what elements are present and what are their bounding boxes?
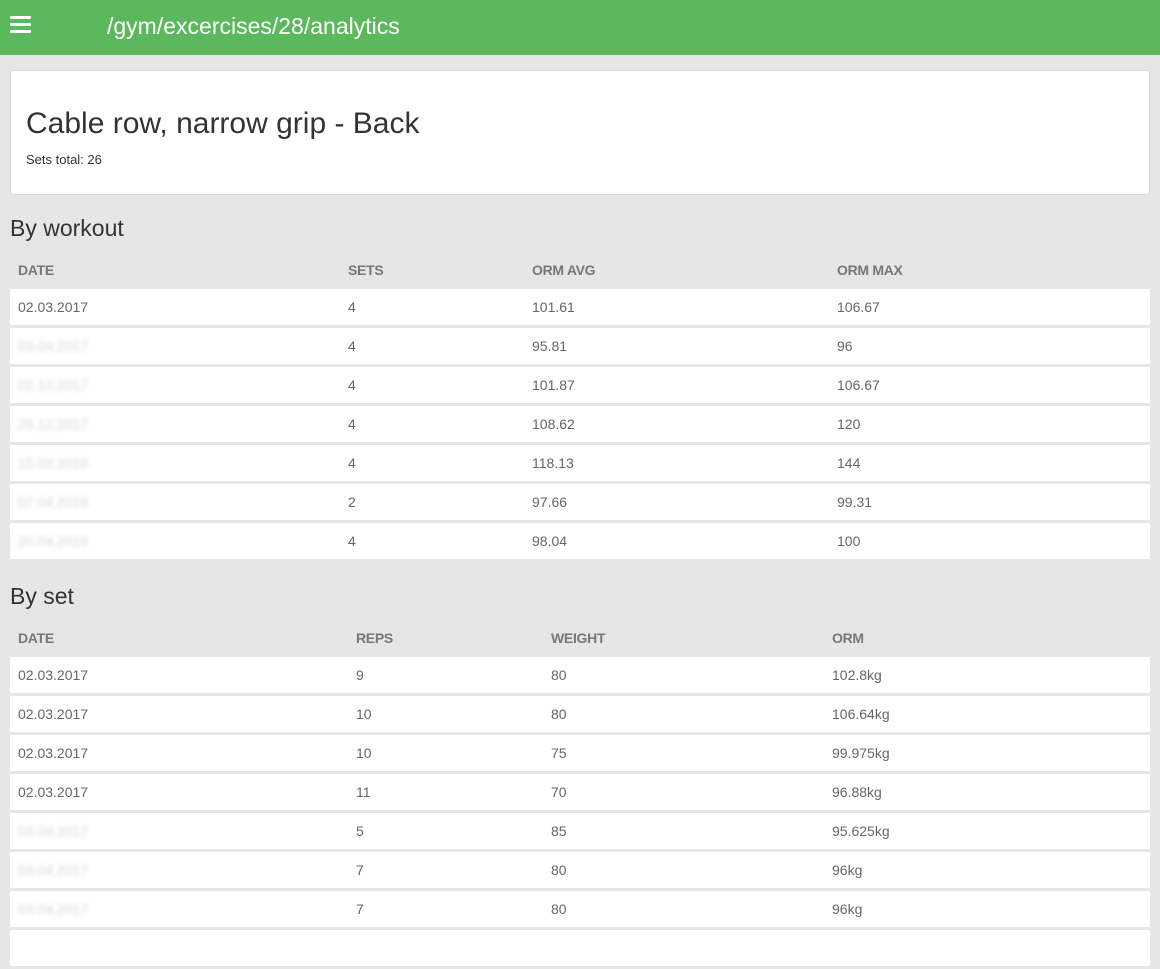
cell-date: 03.04.2017 (18, 823, 89, 839)
cell-date: 29.12.2017 (18, 416, 89, 432)
cell-orm-max: 96 (837, 338, 853, 354)
table-header: DATE REPS WEIGHT ORM (10, 619, 1150, 657)
cell-sets: 4 (348, 377, 356, 393)
cell-weight: 80 (551, 901, 567, 917)
cell-date: 02.03.2017 (18, 706, 89, 722)
cell-weight: 70 (551, 784, 567, 800)
table-row: 03.04.2017 7 80 96kg (10, 852, 1150, 888)
cell-date: 03.04.2017 (18, 901, 89, 917)
cell-weight: 80 (551, 667, 567, 683)
cell-reps: 10 (356, 706, 372, 722)
by-workout-heading: By workout (10, 215, 124, 241)
cell-orm-avg: 118.13 (532, 455, 574, 471)
cell-reps: 5 (356, 823, 364, 839)
cell-sets: 4 (348, 533, 356, 549)
by-set-heading: By set (10, 583, 74, 609)
cell-orm: 96.88kg (832, 784, 882, 800)
exercise-title: Cable row, narrow grip - Back (26, 107, 420, 140)
cell-weight: 80 (551, 706, 567, 722)
cell-orm-avg: 97.66 (532, 494, 568, 510)
cell-orm: 99.975kg (832, 745, 890, 761)
column-header-date: DATE (18, 262, 54, 278)
table-row: 02.03.2017 11 70 96.88kg (10, 774, 1150, 810)
table-row: 03.04.2017 5 85 95.625kg (10, 813, 1150, 849)
page-path-title: /gym/excercises/28/analytics (107, 13, 400, 39)
cell-orm: 96kg (832, 901, 863, 917)
cell-orm-avg: 101.61 (532, 299, 575, 315)
cell-sets: 2 (348, 494, 356, 510)
cell-orm-avg: 95.81 (532, 338, 568, 354)
column-header-reps: REPS (356, 630, 393, 646)
table-row: 03.04.2017 4 95.81 96 (10, 328, 1150, 364)
cell-date: 03.04.2017 (18, 338, 89, 354)
cell-weight: 85 (551, 823, 567, 839)
cell-weight: 80 (551, 862, 567, 878)
table-row: 20.04.2018 4 98.04 100 (10, 523, 1150, 559)
cell-sets: 4 (348, 455, 356, 471)
table-row (10, 930, 1150, 966)
cell-reps: 9 (356, 667, 364, 683)
cell-orm-avg: 108.62 (532, 416, 575, 432)
cell-date: 20.04.2018 (18, 533, 89, 549)
cell-date: 02.03.2017 (18, 745, 89, 761)
column-header-orm: ORM (832, 630, 864, 646)
cell-date: 15.02.2018 (18, 455, 89, 471)
cell-orm: 95.625kg (832, 823, 890, 839)
cell-date: 03.04.2017 (18, 862, 89, 878)
column-header-weight: WEIGHT (551, 630, 606, 646)
cell-date: 02.03.2017 (18, 299, 89, 315)
cell-date: 07.04.2018 (18, 494, 89, 510)
cell-orm-max: 106.67 (837, 299, 880, 315)
cell-orm-avg: 98.04 (532, 533, 568, 549)
cell-orm: 106.64kg (832, 706, 890, 722)
cell-orm-avg: 101.87 (532, 377, 575, 393)
table-row: 07.04.2018 2 97.66 99.31 (10, 484, 1150, 520)
column-header-date: DATE (18, 630, 54, 646)
cell-orm-max: 144 (837, 455, 861, 471)
cell-orm: 96kg (832, 862, 863, 878)
exercise-summary-card: Cable row, narrow grip - Back Sets total… (10, 70, 1150, 195)
cell-weight: 75 (551, 745, 567, 761)
cell-date: 02.12.2017 (18, 377, 89, 393)
by-workout-table: DATE SETS ORM AVG ORM MAX 02.03.2017 4 101… (10, 251, 1150, 562)
cell-date: 02.03.2017 (18, 667, 89, 683)
cell-reps: 7 (356, 862, 364, 878)
table-row: 15.02.2018 4 118.13 144 (10, 445, 1150, 481)
cell-reps: 10 (356, 745, 372, 761)
table-row: 02.03.2017 4 101.61 106.67 (10, 289, 1150, 325)
sets-total: Sets total: 26 (26, 152, 102, 167)
table-row: 03.04.2017 7 80 96kg (10, 891, 1150, 927)
table-row: 02.12.2017 4 101.87 106.67 (10, 367, 1150, 403)
cell-reps: 11 (356, 784, 371, 800)
table-row: 02.03.2017 10 75 99.975kg (10, 735, 1150, 771)
by-set-table: DATE REPS WEIGHT ORM 02.03.2017 9 80 102.8k… (10, 619, 1150, 969)
cell-date: 02.03.2017 (18, 784, 89, 800)
cell-orm-max: 120 (837, 416, 861, 432)
cell-orm-max: 100 (837, 533, 861, 549)
top-app-bar: /gym/excercises/28/analytics (0, 0, 1160, 55)
cell-orm-max: 99.31 (837, 494, 873, 510)
cell-sets: 4 (348, 338, 356, 354)
column-header-sets: SETS (348, 262, 384, 278)
table-row: 02.03.2017 9 80 102.8kg (10, 657, 1150, 693)
cell-reps: 7 (356, 901, 364, 917)
cell-sets: 4 (348, 299, 356, 315)
column-header-orm-avg: ORM AVG (532, 262, 596, 278)
cell-orm: 102.8kg (832, 667, 882, 683)
cell-orm-max: 106.67 (837, 377, 880, 393)
table-row: 02.03.2017 10 80 106.64kg (10, 696, 1150, 732)
table-row: 29.12.2017 4 108.62 120 (10, 406, 1150, 442)
column-header-orm-max: ORM MAX (837, 262, 903, 278)
cell-sets: 4 (348, 416, 356, 432)
hamburger-menu-icon[interactable] (10, 16, 31, 34)
table-header: DATE SETS ORM AVG ORM MAX (10, 251, 1150, 289)
